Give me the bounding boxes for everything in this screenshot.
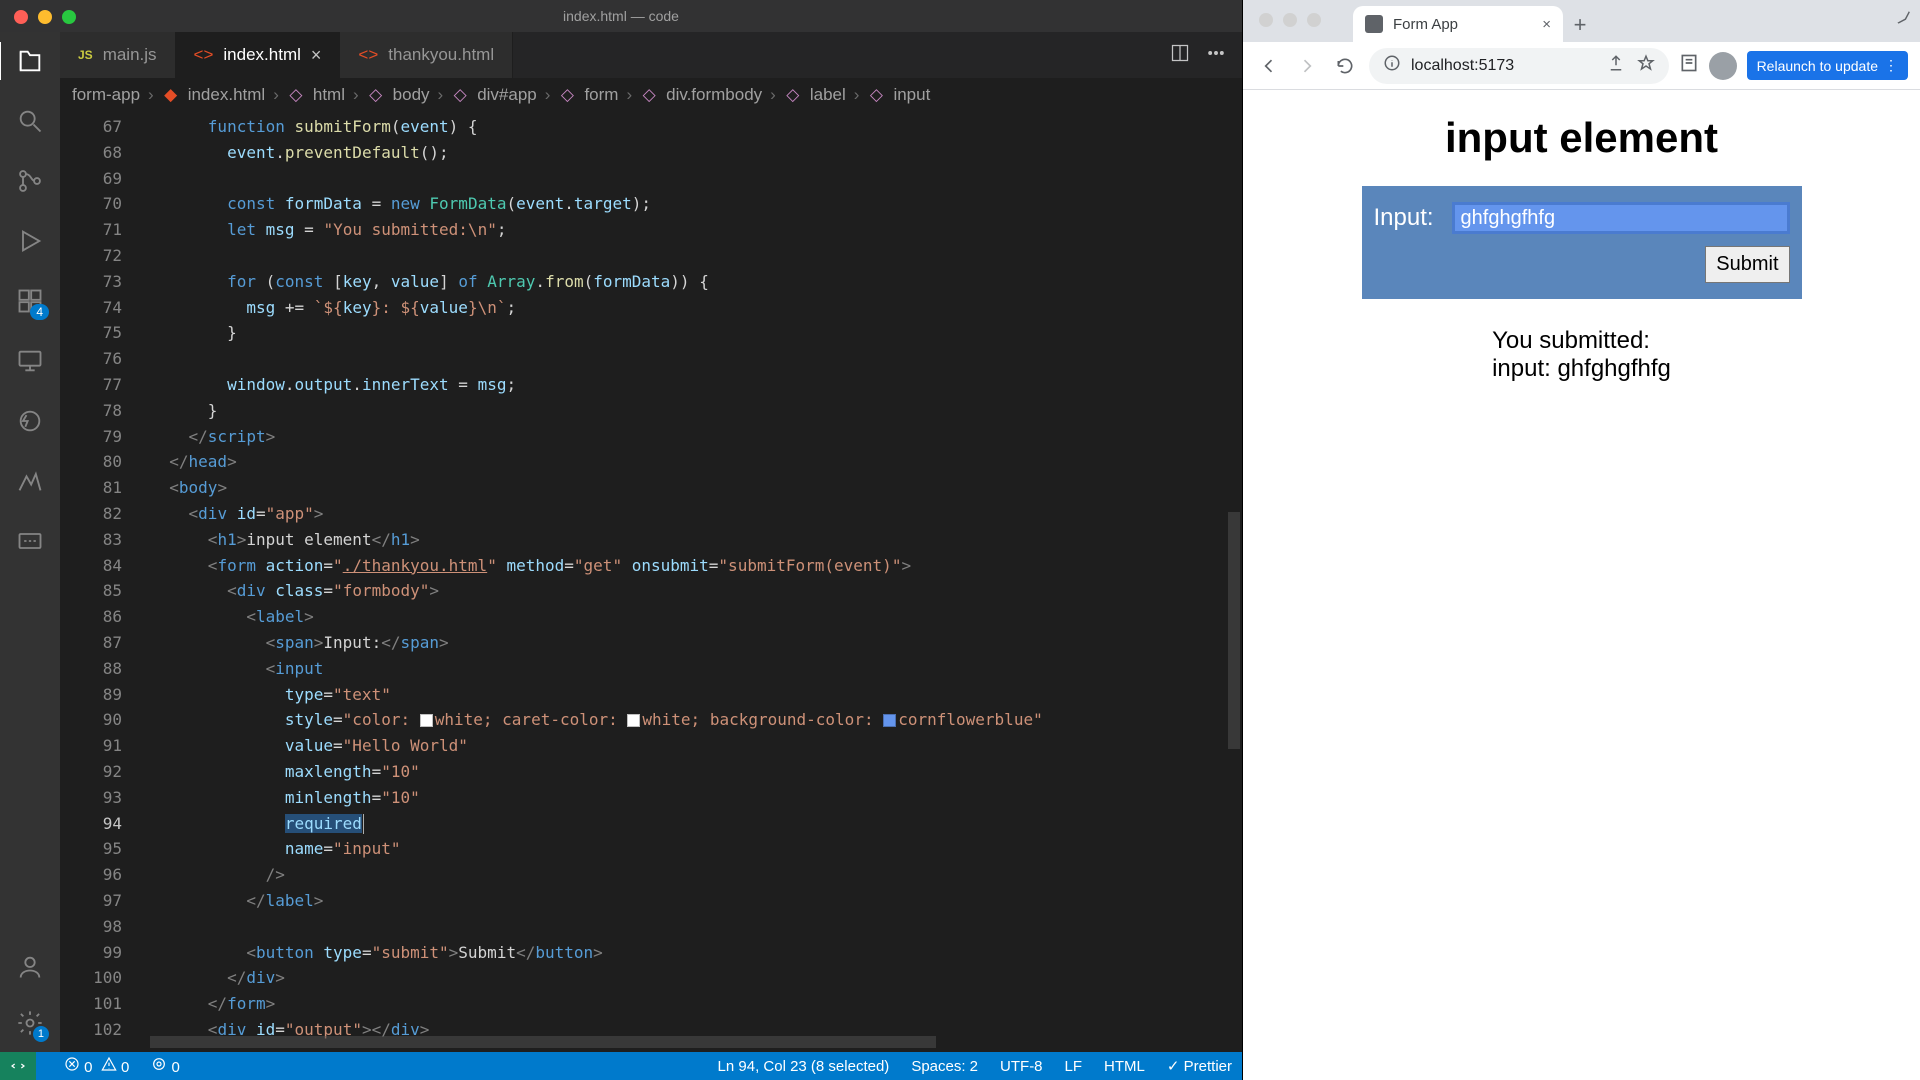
html-file-icon: <>	[194, 45, 214, 65]
language-mode[interactable]: HTML	[1104, 1058, 1145, 1075]
profile-avatar[interactable]	[1709, 52, 1737, 80]
ports[interactable]: 0	[151, 1056, 180, 1076]
tab-label: main.js	[103, 45, 157, 65]
input-label: Input:	[1374, 204, 1434, 232]
more-actions-icon[interactable]	[1206, 43, 1226, 68]
maximize-window-icon[interactable]	[62, 10, 76, 24]
ports-icon[interactable]	[15, 526, 45, 556]
vscode-window: index.html — code 4 1	[0, 0, 1242, 1080]
vertical-scrollbar[interactable]	[1226, 112, 1242, 1022]
source-control-icon[interactable]	[15, 166, 45, 196]
reload-button[interactable]	[1331, 52, 1359, 80]
search-icon[interactable]	[15, 106, 45, 136]
formatter[interactable]: ✓ Prettier	[1167, 1057, 1232, 1075]
page-content: input element Input: Submit You submitte…	[1243, 90, 1920, 1080]
close-tab-icon[interactable]: ×	[311, 45, 322, 66]
accounts-icon[interactable]	[15, 952, 45, 982]
explorer-icon[interactable]	[15, 46, 45, 76]
traffic-lights[interactable]	[14, 10, 76, 24]
tab-label: thankyou.html	[388, 45, 494, 65]
tab-main-js[interactable]: JS main.js	[60, 32, 176, 78]
activity-bar: 4 1	[0, 32, 60, 1052]
testing-icon[interactable]	[15, 406, 45, 436]
tab-title: Form App	[1393, 16, 1458, 33]
maximize-window-icon[interactable]	[1307, 13, 1321, 27]
close-window-icon[interactable]	[1259, 13, 1273, 27]
tab-label: index.html	[223, 45, 300, 65]
run-debug-icon[interactable]	[15, 226, 45, 256]
url: localhost:5173	[1411, 57, 1514, 75]
horizontal-scrollbar[interactable]	[150, 1036, 1242, 1048]
split-editor-icon[interactable]	[1170, 43, 1190, 68]
output-text: You submitted: input: ghfghgfhfg	[1492, 327, 1671, 383]
form-body: Input: Submit	[1362, 186, 1802, 299]
browser-tab[interactable]: Form App ×	[1353, 6, 1563, 42]
bookmark-icon[interactable]	[1637, 54, 1655, 77]
reading-list-icon[interactable]	[1679, 53, 1699, 78]
remote-explorer-icon[interactable]	[15, 346, 45, 376]
minimize-window-icon[interactable]	[1283, 13, 1297, 27]
line-numbers: 6768697071727374757677787980818283848586…	[60, 112, 150, 1052]
address-bar[interactable]: localhost:5173	[1369, 48, 1669, 84]
new-tab-button[interactable]: +	[1563, 8, 1597, 42]
dropdown-icon: ⋮	[1884, 57, 1898, 74]
extensions-icon[interactable]: 4	[15, 286, 45, 316]
editor-group: JS main.js <> index.html × <> thankyou.h…	[60, 32, 1242, 1052]
settings-badge: 1	[33, 1026, 49, 1042]
text-input[interactable]	[1452, 202, 1790, 234]
tab-thankyou-html[interactable]: <> thankyou.html	[340, 32, 513, 78]
timeline-icon[interactable]	[15, 466, 45, 496]
indentation[interactable]: Spaces: 2	[911, 1058, 978, 1075]
minimize-window-icon[interactable]	[38, 10, 52, 24]
share-icon[interactable]	[1607, 54, 1625, 77]
status-bar: 0 0 0 Ln 94, Col 23 (8 selected) Spaces:…	[0, 1052, 1242, 1080]
code-content[interactable]: function submitForm(event) { event.preve…	[150, 112, 1242, 1052]
js-file-icon: JS	[78, 48, 93, 62]
settings-gear-icon[interactable]: 1	[15, 1008, 45, 1038]
site-info-icon[interactable]	[1383, 54, 1401, 77]
vscode-titlebar: index.html — code	[0, 0, 1242, 32]
tab-index-html[interactable]: <> index.html ×	[176, 32, 341, 78]
cursor-position[interactable]: Ln 94, Col 23 (8 selected)	[718, 1058, 890, 1075]
html-file-icon: <>	[358, 45, 378, 65]
tab-overflow-icon[interactable]: ⟩	[1895, 9, 1915, 29]
browser-traffic-lights[interactable]	[1259, 13, 1321, 27]
editor-tabs: JS main.js <> index.html × <> thankyou.h…	[60, 32, 1242, 78]
browser-window: Form App × + ⟩ localhost:5173 Relaunch t…	[1242, 0, 1920, 1080]
page-heading: input element	[1445, 114, 1718, 162]
browser-tabstrip: Form App × + ⟩	[1243, 0, 1920, 42]
close-tab-icon[interactable]: ×	[1542, 16, 1551, 33]
problems[interactable]: 0 0	[64, 1056, 129, 1076]
favicon-icon	[1365, 15, 1383, 33]
relaunch-button[interactable]: Relaunch to update ⋮	[1747, 51, 1908, 80]
extensions-badge: 4	[30, 304, 49, 320]
encoding[interactable]: UTF-8	[1000, 1058, 1043, 1075]
window-title: index.html — code	[563, 8, 679, 24]
forward-button[interactable]	[1293, 52, 1321, 80]
submit-button[interactable]: Submit	[1705, 246, 1789, 283]
eol[interactable]: LF	[1065, 1058, 1083, 1075]
code-editor[interactable]: 6768697071727374757677787980818283848586…	[60, 112, 1242, 1052]
breadcrumb[interactable]: form-app› ◆index.html› ◇html› ◇body› ◇di…	[60, 78, 1242, 112]
remote-indicator[interactable]	[0, 1052, 36, 1080]
back-button[interactable]	[1255, 52, 1283, 80]
browser-toolbar: localhost:5173 Relaunch to update ⋮	[1243, 42, 1920, 90]
close-window-icon[interactable]	[14, 10, 28, 24]
